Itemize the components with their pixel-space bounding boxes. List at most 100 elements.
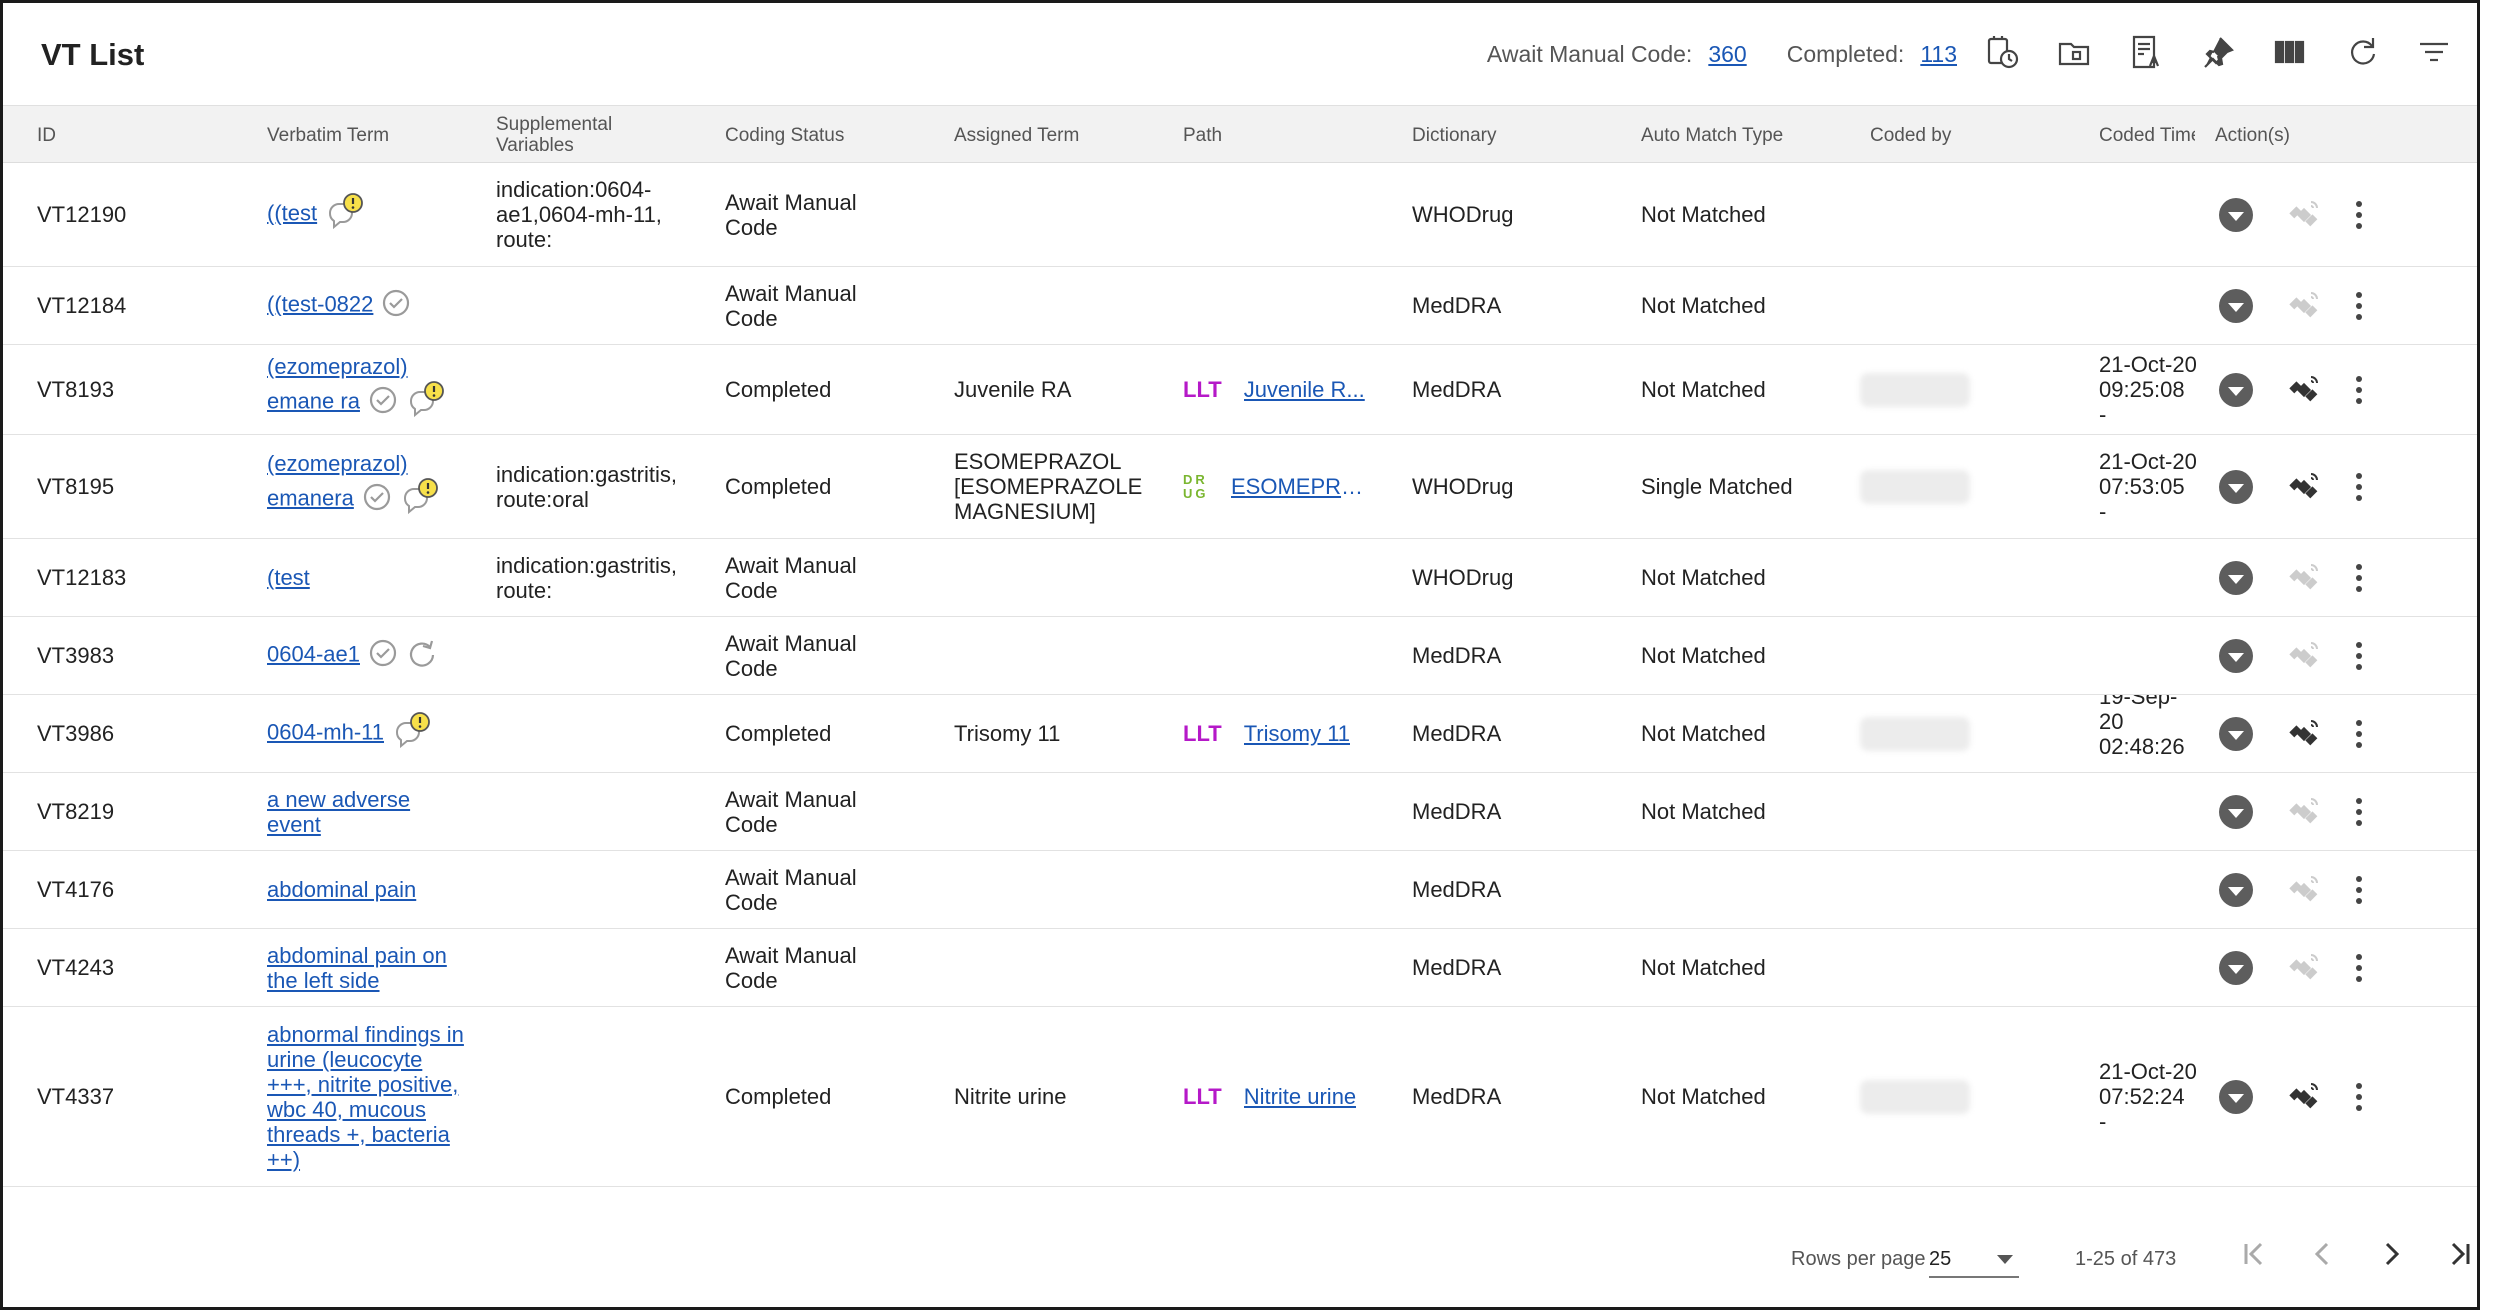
col-verbatim-term[interactable]: Verbatim Term — [267, 106, 389, 164]
action-more-wrap — [2349, 851, 2369, 928]
col-coded-by[interactable]: Coded by — [1870, 106, 1951, 164]
more-vert-icon[interactable] — [2349, 953, 2369, 982]
table-row[interactable]: VT12184 ((test-0822 Await Manual Code MedDR… — [3, 267, 2477, 345]
expand-button[interactable] — [2219, 469, 2253, 504]
table-row[interactable]: VT8193 (ezomeprazol) emane ra Completed Juv… — [3, 345, 2477, 435]
expand-button[interactable] — [2219, 288, 2253, 323]
table-row[interactable]: VT3986 0604-mh-11 Completed Trisomy 11 LLT Tr… — [3, 695, 2477, 773]
refresh-icon[interactable] — [2343, 33, 2381, 71]
comment-alert-wrap — [406, 379, 448, 426]
col-auto-match-type[interactable]: Auto Match Type — [1641, 106, 1783, 164]
await-count-link[interactable]: 360 — [1708, 41, 1746, 67]
more-vert-icon[interactable] — [2349, 797, 2369, 826]
more-vert-icon[interactable] — [2349, 875, 2369, 904]
satellite-icon[interactable] — [2287, 561, 2321, 595]
verbatim-term-link[interactable]: a new adverse event — [267, 787, 410, 837]
more-vert-icon[interactable] — [2349, 641, 2369, 670]
check-circle-icon[interactable] — [368, 385, 398, 415]
satellite-icon[interactable] — [2287, 795, 2321, 829]
verbatim-term-link[interactable]: ((test-0822 — [267, 291, 373, 316]
check-circle-icon[interactable] — [381, 288, 411, 318]
more-vert-icon[interactable] — [2349, 472, 2369, 501]
table-row[interactable]: VT8219 a new adverse event Await Manual Co… — [3, 773, 2477, 851]
verbatim-term-link[interactable]: abdominal pain — [267, 877, 416, 902]
refresh-circle-icon[interactable] — [406, 637, 438, 669]
cell-id: VT12190 — [37, 202, 127, 227]
last-page-button[interactable] — [2439, 1234, 2477, 1274]
rows-per-page-select[interactable]: 25 — [1929, 1242, 2019, 1278]
satellite-icon[interactable] — [2287, 639, 2321, 673]
col-coded-time[interactable]: Coded Time — [2099, 106, 2195, 164]
refresh-wrap — [406, 637, 438, 674]
cell-path — [1183, 163, 1393, 266]
completed-count-link[interactable]: 113 — [1920, 41, 1957, 67]
verbatim-term-link[interactable]: 0604-ae1 — [267, 641, 360, 666]
expand-button[interactable] — [2219, 794, 2253, 829]
comment-alert-icon[interactable] — [406, 379, 448, 421]
columns-icon[interactable] — [2271, 33, 2309, 71]
verbatim-term-link[interactable]: abnormal findings in urine (leucocyte ++… — [267, 1022, 464, 1172]
more-vert-icon[interactable] — [2349, 719, 2369, 748]
satellite-icon[interactable] — [2287, 198, 2321, 232]
expand-button[interactable] — [2219, 872, 2253, 907]
history-icon[interactable] — [1983, 33, 2021, 71]
pin-icon[interactable] — [2199, 33, 2237, 71]
col-id[interactable]: ID — [37, 106, 56, 164]
table-row[interactable]: VT8195 (ezomeprazol) emanera indication:ga… — [3, 435, 2477, 539]
satellite-icon[interactable] — [2287, 717, 2321, 751]
satellite-icon[interactable] — [2287, 1080, 2321, 1114]
expand-button[interactable] — [2219, 372, 2253, 407]
more-vert-icon[interactable] — [2349, 375, 2369, 404]
path-link[interactable]: Trisomy 11 — [1244, 721, 1350, 746]
comment-alert-icon[interactable] — [325, 191, 367, 233]
check-circle-icon[interactable] — [368, 638, 398, 668]
expand-button[interactable] — [2219, 716, 2253, 751]
verbatim-term-link[interactable]: ((test — [267, 200, 317, 225]
cell-assigned-term: Nitrite urine — [954, 1084, 1067, 1109]
satellite-icon[interactable] — [2287, 373, 2321, 407]
cell-coding-status: Completed — [725, 377, 832, 402]
more-vert-icon[interactable] — [2349, 1082, 2369, 1111]
expand-button[interactable] — [2219, 560, 2253, 595]
verbatim-term-link[interactable]: abdominal pain on the left side — [267, 943, 447, 993]
col-coding-status[interactable]: Coding Status — [725, 106, 844, 164]
check-circle-icon[interactable] — [362, 482, 392, 512]
expand-button[interactable] — [2219, 950, 2253, 985]
expand-button[interactable] — [2219, 197, 2253, 232]
verbatim-term-link[interactable]: (test — [267, 565, 310, 590]
cell-id: VT3986 — [37, 721, 115, 746]
expand-button[interactable] — [2219, 638, 2253, 673]
more-vert-icon[interactable] — [2349, 563, 2369, 592]
col-dictionary[interactable]: Dictionary — [1412, 106, 1496, 164]
folder-icon[interactable] — [2055, 33, 2093, 71]
table-row[interactable]: VT4337 abnormal findings in urine (leucoc… — [3, 1007, 2477, 1187]
satellite-icon[interactable] — [2287, 873, 2321, 907]
comment-alert-icon[interactable] — [400, 476, 442, 518]
next-page-button[interactable] — [2371, 1234, 2411, 1274]
path-link[interactable]: Nitrite urine — [1244, 1084, 1356, 1109]
col-supplemental-variables[interactable]: Supplemental Variables — [496, 106, 666, 164]
prev-page-button[interactable] — [2303, 1234, 2343, 1274]
check-wrap — [362, 482, 392, 517]
first-page-button[interactable] — [2235, 1234, 2275, 1274]
table-row[interactable]: VT4243 abdominal pain on the left side Awa… — [3, 929, 2477, 1007]
verbatim-term-link[interactable]: 0604-mh-11 — [267, 719, 384, 744]
comment-alert-icon[interactable] — [392, 710, 434, 752]
satellite-icon[interactable] — [2287, 470, 2321, 504]
translate-doc-icon[interactable] — [2127, 33, 2165, 71]
table-row[interactable]: VT3983 0604-ae1 Await Manual Code MedDRA Not… — [3, 617, 2477, 695]
table-row[interactable]: VT12183 (test indication:gastritis, route:… — [3, 539, 2477, 617]
path-link[interactable]: ESOMEPRA... — [1231, 474, 1371, 499]
action-expand-wrap — [2219, 267, 2253, 344]
expand-button[interactable] — [2219, 1079, 2253, 1114]
path-link[interactable]: Juvenile R... — [1244, 377, 1365, 402]
satellite-icon[interactable] — [2287, 951, 2321, 985]
col-path[interactable]: Path — [1183, 106, 1222, 164]
more-vert-icon[interactable] — [2349, 200, 2369, 229]
table-row[interactable]: VT12190 ((test indication:0604-ae1,0604-mh… — [3, 163, 2477, 267]
col-assigned-term[interactable]: Assigned Term — [954, 106, 1079, 164]
more-vert-icon[interactable] — [2349, 291, 2369, 320]
filter-icon[interactable] — [2415, 33, 2453, 71]
table-row[interactable]: VT4176 abdominal pain Await Manual Code Med… — [3, 851, 2477, 929]
satellite-icon[interactable] — [2287, 289, 2321, 323]
